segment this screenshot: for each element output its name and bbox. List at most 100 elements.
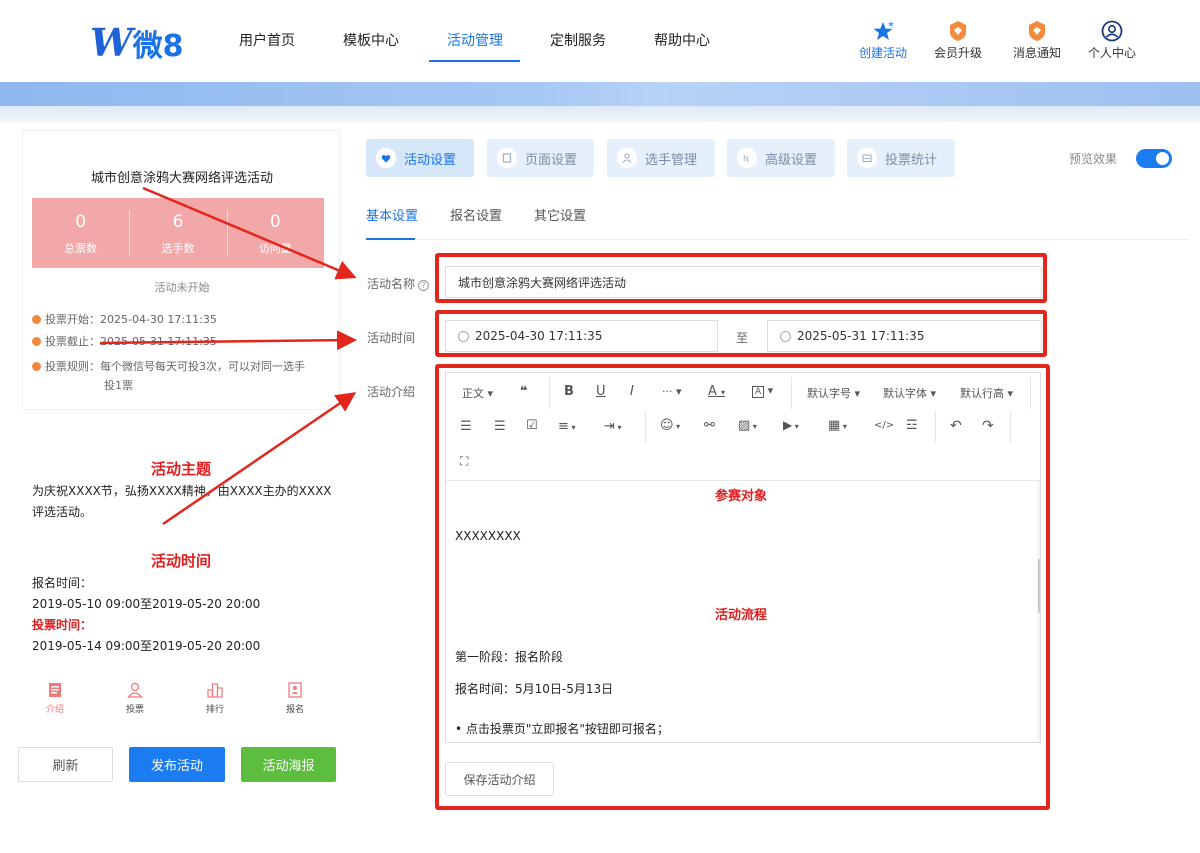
numbered-list-icon[interactable]: ☰	[494, 419, 506, 434]
content-paragraph: • 点击投票页"立即报名"按钮即可报名；	[455, 722, 669, 736]
align-icon[interactable]: ≡ ▾	[558, 419, 575, 434]
nav-user-home[interactable]: 用户首页	[239, 30, 295, 50]
vote-rule-row: 投票规则：每个微信号每天可投3次，可以对同一选手	[32, 358, 332, 376]
line-height-label: 默认行高	[960, 387, 1004, 400]
svg-text:N: N	[743, 155, 749, 164]
emoji-icon[interactable]: ☺ ▾	[660, 418, 680, 433]
start-time-input[interactable]: 2025-04-30 17:11:35	[445, 320, 718, 352]
tab-contestant-management[interactable]: 选手管理	[607, 139, 715, 177]
vote-start-text: 投票开始：2025-04-30 17:11:35	[45, 313, 217, 326]
help-icon[interactable]: ?	[418, 280, 430, 291]
nav-help-center[interactable]: 帮助中心	[654, 30, 710, 50]
start-time-value: 2025-04-30 17:11:35	[475, 329, 603, 343]
todo-list-icon[interactable]: ☑	[526, 418, 538, 433]
table-icon[interactable]: ▦ ▾	[828, 418, 847, 433]
logo-text: 微8	[132, 28, 184, 64]
preview-toggle[interactable]	[1136, 149, 1172, 168]
tab-advanced-settings[interactable]: N 高级设置	[727, 139, 835, 177]
top-banner	[0, 82, 1200, 106]
save-intro-button[interactable]: 保存活动介绍	[445, 762, 554, 796]
site-logo[interactable]: W 微8	[90, 20, 184, 65]
vote-time: 2019-05-14 09:00至2019-05-20 20:00	[32, 639, 261, 653]
bold-button[interactable]: B	[564, 384, 574, 399]
top-header: W 微8 用户首页 模板中心 活动管理 定制服务 帮助中心 创建活动 会员升级	[0, 0, 1200, 82]
toolbar-separator	[645, 411, 646, 443]
tab-vote-statistics[interactable]: 投票统计	[847, 139, 955, 177]
tab-label: 高级设置	[765, 152, 818, 168]
underline-button[interactable]: U	[596, 384, 606, 399]
stat-num: 0	[269, 212, 281, 232]
theme-text: 为庆祝XXXX节，弘扬XXXX精神，由XXXX主办的XXXX评选活动。	[32, 484, 332, 519]
person-icon	[617, 148, 637, 168]
tabbar-rank[interactable]: 排行	[175, 682, 255, 722]
fullscreen-icon[interactable]: ⛶	[460, 454, 468, 469]
activity-preview-card: 城市创意涂鸦大赛网络评选活动 0 总票数 6 选手数 0 访问量 活动未开始 投…	[22, 130, 340, 410]
undo-icon[interactable]: ↶	[950, 418, 962, 434]
font-size-select[interactable]: 默认字号 ▾	[807, 385, 860, 401]
background-color-button[interactable]: A ▾	[752, 384, 773, 398]
bullet-list-icon[interactable]: ☰	[460, 419, 472, 434]
nav-activity-management[interactable]: 活动管理	[447, 30, 503, 50]
publish-activity-button[interactable]: 发布活动	[129, 747, 225, 782]
more-button[interactable]: ··· ▾	[662, 385, 682, 398]
redo-icon[interactable]: ↷	[982, 418, 994, 434]
vote-start-row: 投票开始：2025-04-30 17:11:35	[32, 311, 332, 329]
personal-center-button[interactable]: 个人中心	[1080, 20, 1144, 61]
nav-template-center[interactable]: 模板中心	[343, 30, 399, 50]
nav-custom-service[interactable]: 定制服务	[550, 30, 606, 50]
message-notice-button[interactable]: 消息通知	[1005, 20, 1069, 61]
tab-activity-settings[interactable]: 活动设置	[366, 139, 474, 177]
activity-description-preview: 活动主题 为庆祝XXXX节，弘扬XXXX精神，由XXXX主办的XXXX评选活动。…	[22, 420, 340, 678]
paragraph-select[interactable]: 正文 ▾	[462, 385, 493, 401]
editor-toolbar: 正文 ▾ ❝ B U I ··· ▾ A ▾ A ▾ 默认字号 ▾ 默认字体 ▾…	[446, 373, 1040, 481]
tab-page-settings[interactable]: 页面设置	[487, 139, 594, 177]
time-heading: 活动时间	[150, 552, 211, 570]
font-family-select[interactable]: 默认字体 ▾	[883, 385, 936, 401]
refresh-button[interactable]: 刷新	[18, 747, 113, 782]
link-icon[interactable]: ⚯	[704, 418, 715, 433]
subtab-basic-settings[interactable]: 基本设置	[366, 205, 418, 224]
subtab-active-underline	[366, 238, 415, 240]
video-icon[interactable]: ▶ ▾	[783, 418, 799, 432]
vip-upgrade-button[interactable]: 会员升级	[926, 20, 990, 61]
editor-content[interactable]: 参赛对象 XXXXXXXX 活动流程 第一阶段：报名阶段 报名时间：5月10日-…	[446, 481, 1036, 742]
toolbar-separator	[1010, 411, 1011, 443]
quote-icon[interactable]: ❝	[520, 384, 528, 399]
message-badge-icon	[1029, 21, 1045, 41]
activity-poster-button[interactable]: 活动海报	[241, 747, 336, 782]
tabbar-signup[interactable]: 报名	[255, 682, 335, 722]
subtab-other-settings[interactable]: 其它设置	[534, 205, 586, 224]
line-height-select[interactable]: 默认行高 ▾	[960, 385, 1013, 401]
theme-heading: 活动主题	[150, 460, 211, 478]
divider-icon[interactable]: ☲	[906, 418, 918, 433]
dot-icon	[32, 337, 41, 346]
clock-icon	[780, 330, 791, 342]
stat-contestants: 6 选手数	[129, 198, 226, 268]
font-color-button[interactable]: A ▾	[708, 384, 725, 399]
tab-label: 投票统计	[885, 152, 938, 168]
content-heading-participants: 参赛对象	[714, 489, 767, 504]
heart-icon	[376, 148, 396, 168]
image-icon[interactable]: ▨ ▾	[738, 418, 757, 433]
vip-upgrade-label: 会员升级	[933, 46, 982, 60]
subtab-signup-settings[interactable]: 报名设置	[450, 205, 502, 224]
personal-center-label: 个人中心	[1087, 46, 1136, 60]
preview-status: 活动未开始	[154, 281, 210, 294]
message-notice-label: 消息通知	[1012, 46, 1061, 60]
tabbar-intro[interactable]: 介绍	[15, 682, 95, 722]
signup-icon	[288, 682, 302, 698]
indent-icon[interactable]: ⇥ ▾	[604, 419, 621, 434]
italic-button[interactable]: I	[630, 384, 634, 399]
tabbar-vote[interactable]: 投票	[95, 682, 175, 722]
editor-scrollbar-thumb[interactable]	[1038, 559, 1040, 613]
code-icon[interactable]: </>	[874, 420, 894, 431]
font-color-label: A	[708, 384, 717, 399]
font-family-label: 默认字体	[883, 387, 927, 400]
paragraph-select-label: 正文	[462, 387, 484, 400]
end-time-input[interactable]: 2025-05-31 17:11:35	[767, 320, 1042, 352]
content-heading-process: 活动流程	[714, 608, 767, 623]
create-activity-button[interactable]: 创建活动	[851, 20, 915, 61]
create-activity-label: 创建活动	[858, 46, 907, 60]
vip-badge-icon	[950, 21, 966, 41]
activity-name-input[interactable]: 城市创意涂鸦大赛网络评选活动	[445, 266, 1042, 298]
